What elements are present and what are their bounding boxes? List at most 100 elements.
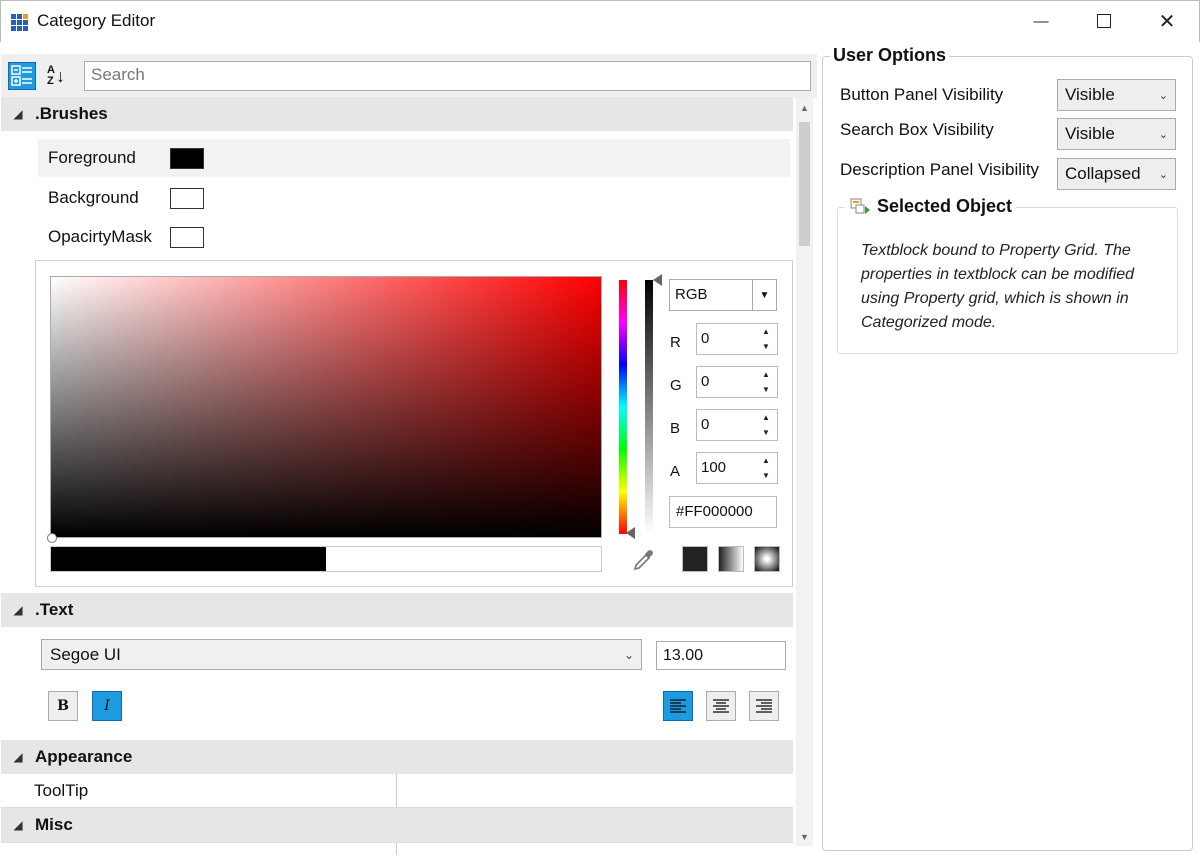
linear-gradient-button[interactable] — [718, 546, 744, 572]
window-title: Category Editor — [37, 11, 156, 30]
close-button[interactable]: ✕ — [1136, 0, 1198, 42]
align-right-button[interactable] — [749, 691, 779, 721]
property-value[interactable] — [397, 774, 793, 807]
spin-up-icon[interactable]: ▲ — [755, 453, 777, 468]
align-left-icon — [670, 699, 686, 713]
dropdown-value: Visible — [1065, 85, 1115, 104]
sort-az-button[interactable]: A Z ↓ — [42, 62, 70, 90]
align-right-icon — [756, 699, 772, 713]
collapse-arrow-icon[interactable]: ◢ — [1, 750, 35, 764]
alpha-slider[interactable] — [645, 280, 653, 534]
spin-down-icon[interactable]: ▼ — [755, 339, 777, 354]
bold-button[interactable]: B — [48, 691, 78, 721]
brush-row-foreground[interactable]: Foreground — [38, 139, 790, 177]
italic-button[interactable]: I — [92, 691, 122, 721]
font-size-input[interactable]: 13.00 — [656, 641, 786, 670]
collapse-arrow-icon[interactable]: ◢ — [1, 107, 35, 121]
dropdown-value: Collapsed — [1065, 164, 1141, 183]
spin-down-icon[interactable]: ▼ — [755, 468, 777, 483]
category-label: .Brushes — [35, 104, 108, 123]
chevron-down-icon[interactable]: ▼ — [752, 280, 776, 310]
brush-row-background[interactable]: Background — [38, 179, 790, 217]
misc-row-partial — [1, 842, 793, 855]
button-panel-visibility-dropdown[interactable]: Visible ⌄ — [1057, 79, 1176, 111]
channel-r-spinner[interactable]: 0 ▲ ▼ — [696, 323, 778, 355]
property-label-text: ToolTip — [34, 780, 89, 800]
eyedropper-icon — [633, 550, 653, 571]
property-label: ToolTip — [1, 774, 397, 807]
spin-up-icon[interactable]: ▲ — [755, 410, 777, 425]
spin-down-icon[interactable]: ▼ — [755, 382, 777, 397]
option-label-button-panel: Button Panel Visibility — [840, 85, 1004, 104]
category-misc[interactable]: ◢ Misc — [1, 808, 793, 842]
scroll-up-icon[interactable]: ▲ — [796, 99, 813, 117]
property-object-icon — [850, 198, 870, 214]
collapse-arrow-icon[interactable]: ◢ — [1, 818, 35, 832]
solid-brush-button[interactable] — [682, 546, 708, 572]
brush-label: Foreground — [48, 148, 136, 167]
maximize-icon — [1097, 14, 1111, 28]
property-row-tooltip[interactable]: ToolTip — [1, 774, 793, 808]
selected-object-title: Selected Object — [877, 196, 1013, 216]
radial-gradient-button[interactable] — [754, 546, 780, 572]
hue-slider-thumb[interactable] — [626, 527, 635, 539]
category-brushes[interactable]: ◢ .Brushes — [1, 97, 793, 131]
category-label: .Text — [35, 600, 74, 619]
channel-g-spinner[interactable]: 0 ▲ ▼ — [696, 366, 778, 398]
channel-a-spinner[interactable]: 100 ▲ ▼ — [696, 452, 778, 484]
channel-value[interactable]: 100 — [697, 453, 755, 483]
chevron-down-icon[interactable]: ⌄ — [617, 648, 641, 662]
scroll-down-icon[interactable]: ▼ — [796, 828, 813, 846]
channel-value[interactable]: 0 — [697, 410, 755, 440]
description-panel-visibility-dropdown[interactable]: Collapsed ⌄ — [1057, 158, 1176, 190]
minimize-button[interactable]: — — [1010, 0, 1072, 42]
brush-label: Background — [48, 188, 139, 207]
brush-swatch[interactable] — [170, 147, 204, 169]
alpha-slider-thumb[interactable] — [653, 274, 662, 286]
color-mode-value: RGB — [675, 286, 708, 303]
close-icon: ✕ — [1158, 10, 1176, 33]
font-family-value: Segoe UI — [50, 644, 121, 664]
category-label: Misc — [35, 815, 73, 834]
channel-label-g: G — [670, 377, 682, 394]
option-label-search-box: Search Box Visibility — [840, 120, 994, 139]
brush-row-opacity-mask[interactable]: OpacirtyMask — [38, 218, 790, 256]
hue-slider[interactable] — [619, 280, 627, 534]
category-appearance[interactable]: ◢ Appearance — [1, 740, 793, 774]
channel-value[interactable]: 0 — [697, 367, 755, 397]
brush-swatch[interactable] — [170, 187, 204, 209]
color-preview-fill — [51, 547, 326, 571]
spin-down-icon[interactable]: ▼ — [755, 425, 777, 440]
saturation-value-area[interactable] — [50, 276, 602, 538]
brush-swatch[interactable] — [170, 226, 204, 248]
color-selector-thumb[interactable] — [47, 533, 57, 543]
channel-value[interactable]: 0 — [697, 324, 755, 354]
collapse-arrow-icon[interactable]: ◢ — [1, 603, 35, 617]
align-left-button[interactable] — [663, 691, 693, 721]
hex-input[interactable]: #FF000000 — [669, 496, 777, 528]
category-text[interactable]: ◢ .Text — [1, 593, 793, 627]
maximize-button[interactable] — [1073, 0, 1135, 42]
chevron-down-icon[interactable]: ⌄ — [1159, 128, 1168, 141]
align-center-button[interactable] — [706, 691, 736, 721]
search-input[interactable]: Search — [84, 61, 811, 91]
align-center-icon — [713, 699, 729, 713]
scrollbar-thumb[interactable] — [799, 122, 810, 246]
font-family-dropdown[interactable]: Segoe UI ⌄ — [41, 639, 642, 670]
category-label: Appearance — [35, 747, 133, 766]
selected-object-description: Textblock bound to Property Grid. The pr… — [861, 242, 1135, 331]
color-mode-dropdown[interactable]: RGB ▼ — [669, 279, 777, 311]
categorized-button[interactable] — [8, 62, 36, 90]
app-icon — [11, 11, 31, 31]
search-box-visibility-dropdown[interactable]: Visible ⌄ — [1057, 118, 1176, 150]
chevron-down-icon[interactable]: ⌄ — [1159, 89, 1168, 102]
user-options-title: User Options — [830, 45, 950, 66]
channel-label-a: A — [670, 463, 681, 480]
spin-up-icon[interactable]: ▲ — [755, 367, 777, 382]
channel-b-spinner[interactable]: 0 ▲ ▼ — [696, 409, 778, 441]
bold-icon: B — [57, 698, 69, 714]
eyedropper-button[interactable] — [631, 547, 657, 573]
chevron-down-icon[interactable]: ⌄ — [1159, 168, 1168, 181]
spin-up-icon[interactable]: ▲ — [755, 324, 777, 339]
categorized-view-icon — [11, 65, 32, 86]
